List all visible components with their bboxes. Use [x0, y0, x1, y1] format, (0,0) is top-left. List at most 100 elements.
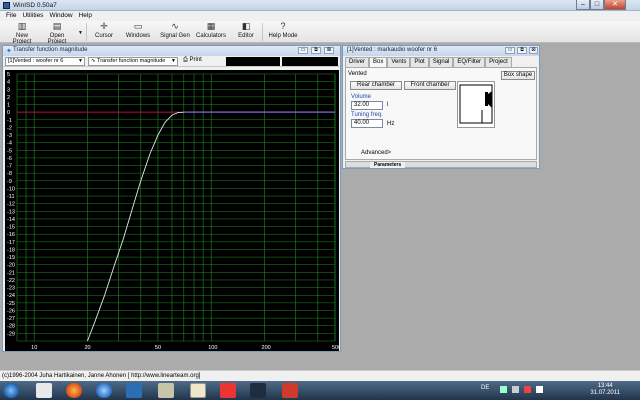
y-tick-label: 0: [7, 110, 10, 116]
app-icon[interactable]: [220, 383, 236, 398]
menu-window[interactable]: Window: [46, 11, 75, 21]
parameters-tab[interactable]: Parameters: [370, 162, 406, 168]
rear-chamber-button[interactable]: Rear chamber: [350, 81, 402, 90]
winisd-icon[interactable]: [250, 383, 266, 398]
box-diagram: [457, 81, 495, 128]
box-close-button[interactable]: ⊠: [529, 47, 538, 54]
y-tick-label: -16: [7, 232, 15, 238]
tab-plot[interactable]: Plot: [410, 57, 429, 67]
tf-minimize-button[interactable]: ▭: [298, 47, 308, 54]
minimize-button[interactable]: –: [576, 0, 590, 10]
box-panel: Vented Box shape Rear chamber Front cham…: [345, 67, 537, 160]
parameters-tab-strip: Parameters: [345, 161, 537, 168]
y-tick-label: -5: [7, 148, 12, 154]
y-tick-label: -8: [7, 171, 12, 177]
y-tick-label: -28: [7, 324, 15, 330]
advanced-button[interactable]: Advanced>: [361, 150, 391, 156]
app-icon[interactable]: [282, 383, 298, 398]
box-restore-button[interactable]: ⧉: [517, 47, 527, 54]
tab-project[interactable]: Project: [485, 57, 512, 67]
toolbar-separator: [86, 23, 87, 41]
y-tick-label: -23: [7, 286, 15, 292]
editor-label: Editor: [238, 33, 254, 39]
y-tick-label: -26: [7, 308, 15, 314]
box-shape-button[interactable]: Box shape: [501, 71, 535, 80]
tab-driver[interactable]: Driver: [345, 57, 369, 67]
front-chamber-button[interactable]: Front chamber: [404, 81, 456, 90]
y-tick-label: -3: [7, 133, 12, 139]
signal-gen-button[interactable]: ∿ Signal Gen: [160, 22, 190, 42]
project-select-value: [1]Vented : woofer nr 6: [8, 58, 64, 64]
window-title: WinISD 0.50a7: [13, 2, 57, 9]
tray-icon[interactable]: [500, 386, 507, 393]
y-tick-label: -4: [7, 141, 12, 147]
tab-eq-filter[interactable]: EQ/Filter: [453, 57, 486, 67]
y-tick-label: -9: [7, 179, 12, 185]
tray-icon[interactable]: [512, 386, 519, 393]
help-mode-label: Help Mode: [268, 33, 298, 39]
app-icon[interactable]: [96, 383, 112, 398]
project-select[interactable]: [1]Vented : woofer nr 6 ▼: [5, 57, 85, 66]
box-window-title: [1]Vented : markaudio woofer nr 6: [347, 47, 438, 53]
start-button[interactable]: [3, 383, 19, 398]
y-tick-label: -1: [7, 118, 12, 124]
y-tick-label: 2: [7, 95, 10, 101]
clock-date: 31.07.2011: [590, 390, 620, 396]
box-window-titlebar[interactable]: [1]Vented : markaudio woofer nr 6 ▭ ⧉ ⊠: [343, 46, 539, 56]
transfer-function-window: ✦ Transfer function magnitude ▭ ⧉ ⊠ [1]V…: [2, 45, 341, 352]
y-tick-label: -21: [7, 270, 15, 276]
tab-box[interactable]: Box: [369, 57, 388, 67]
pin-icon[interactable]: ✦: [6, 47, 12, 55]
editor-button[interactable]: ◧ Editor: [235, 22, 257, 42]
tf-restore-button[interactable]: ⧉: [311, 47, 321, 54]
close-button[interactable]: ✕: [604, 0, 626, 10]
new-project-button[interactable]: ▥ New Project: [6, 21, 38, 46]
taskbar: DE 13:44 31.07.2011: [0, 381, 640, 400]
y-tick-label: -24: [7, 293, 15, 299]
box-minimize-button[interactable]: ▭: [505, 47, 515, 54]
tuning-freq-unit: Hz: [387, 121, 395, 127]
cursor-readout: [282, 57, 338, 66]
volume-input[interactable]: 32.00: [351, 101, 383, 110]
print-button[interactable]: ⎙ Print: [183, 57, 202, 64]
cursor-button[interactable]: ✛ Cursor: [92, 22, 116, 42]
calculators-button[interactable]: ▦ Calculators: [195, 22, 227, 42]
help-mode-button[interactable]: ? Help Mode: [268, 22, 298, 42]
cursor-label: Cursor: [94, 33, 113, 39]
y-tick-label: -17: [7, 240, 15, 246]
tab-vents[interactable]: Vents: [387, 57, 411, 67]
windows-button[interactable]: ▭ Windows: [124, 22, 152, 42]
taskbar-app-icon[interactable]: [36, 383, 52, 398]
tf-close-button[interactable]: ⊠: [324, 47, 334, 54]
x-tick-label: 500: [332, 345, 339, 351]
tyc-icon[interactable]: [190, 383, 206, 398]
tab-signal[interactable]: Signal: [428, 57, 454, 67]
y-tick-label: -22: [7, 278, 15, 284]
menu-help[interactable]: Help: [76, 11, 95, 21]
volume-unit: l: [387, 102, 389, 108]
maximize-button[interactable]: □: [590, 0, 604, 10]
app-icon[interactable]: [126, 383, 142, 398]
box-type-label: Vented: [348, 71, 367, 77]
app-icon[interactable]: [158, 383, 174, 398]
tf-plot[interactable]: 5 4 3 2 1 0 -1 -2 -3 -4 -5 -6 -7 -8 -9 -10 -11 -12 -13 -14 -…: [5, 70, 339, 351]
firefox-icon[interactable]: [66, 383, 82, 398]
x-tick-label: 50: [155, 345, 161, 351]
menu-file[interactable]: File: [3, 11, 19, 21]
new-project-icon: ▥: [17, 21, 27, 31]
graph-type-select[interactable]: ∿ Transfer function magnitude ▼: [88, 57, 178, 66]
y-tick-label: -25: [7, 301, 15, 307]
speaker-icon[interactable]: [536, 386, 543, 393]
tf-plot-svg: 5 43 2 10 -1-2 -3 -4-5 -6 -7-8 -9-10 -11 -12-13 -14 -…: [7, 72, 339, 351]
tuning-freq-input[interactable]: 40.00: [351, 119, 383, 128]
tray-icon[interactable]: [524, 386, 531, 393]
tf-window-titlebar[interactable]: ✦ Transfer function magnitude ▭ ⧉ ⊠: [3, 46, 340, 56]
printer-icon: ⎙: [183, 57, 188, 63]
clock[interactable]: 13:44 31.07.2011: [590, 383, 620, 397]
window-titlebar: WinISD 0.50a7 – □ ✕: [0, 0, 640, 11]
menu-utilities[interactable]: Utilities: [19, 11, 46, 21]
open-project-button[interactable]: ▤ Open Project: [40, 22, 74, 46]
open-project-dropdown[interactable]: ▼: [75, 22, 83, 42]
language-indicator[interactable]: DE: [481, 385, 489, 391]
signal-gen-icon: ∿: [171, 21, 179, 31]
